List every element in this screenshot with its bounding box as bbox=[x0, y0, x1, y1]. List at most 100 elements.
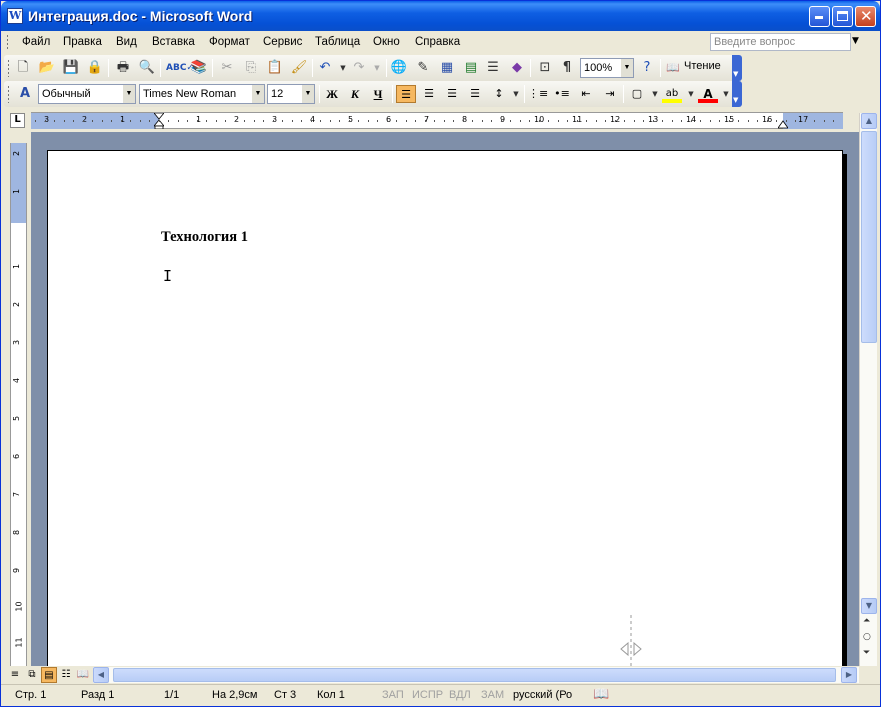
scroll-left-icon[interactable]: ◀ bbox=[93, 667, 109, 683]
bullets-icon[interactable]: •≡ bbox=[552, 85, 572, 103]
select-browse-object-icon[interactable]: ○ bbox=[863, 632, 871, 642]
normal-view-icon[interactable]: ≡ bbox=[7, 667, 23, 683]
increase-indent-icon[interactable]: ⇥ bbox=[600, 85, 620, 103]
reading-layout-view-icon[interactable]: 📖 bbox=[75, 667, 91, 683]
menu-format[interactable]: Формат bbox=[209, 36, 250, 48]
vertical-scrollbar[interactable]: ▲ ▼ ⏶ ○ ⏷ bbox=[859, 113, 877, 666]
style-combo[interactable]: Обычный ▼ bbox=[38, 84, 136, 104]
minimize-button[interactable] bbox=[809, 6, 830, 27]
font-dropdown-icon[interactable]: ▼ bbox=[252, 85, 264, 103]
hyperlink-icon[interactable]: 🌐 bbox=[390, 59, 408, 77]
status-overtype[interactable]: ЗАМ bbox=[481, 689, 504, 701]
font-size-dropdown-icon[interactable]: ▼ bbox=[302, 85, 314, 103]
horizontal-ruler[interactable]: 3 2 1 1 2 3 4 5 6 7 8 9 10 11 12 13 14 1… bbox=[31, 112, 843, 129]
menu-view[interactable]: Вид bbox=[116, 36, 137, 48]
spelling-icon[interactable]: ABC✓ bbox=[166, 59, 194, 77]
redo-dropdown-icon[interactable]: ▼ bbox=[368, 59, 386, 77]
zoom-dropdown-icon[interactable]: ▼ bbox=[621, 59, 633, 77]
status-page[interactable]: Стр. 1 bbox=[15, 689, 46, 701]
line-spacing-icon[interactable]: ↕ bbox=[489, 85, 509, 103]
show-formatting-icon[interactable]: ¶ bbox=[558, 59, 576, 77]
insert-table-icon[interactable]: ▦ bbox=[438, 59, 456, 77]
copy-icon[interactable]: ⎘ bbox=[242, 59, 260, 77]
style-dropdown-icon[interactable]: ▼ bbox=[123, 85, 135, 103]
title-bar[interactable]: W Интеграция.doc - Microsoft Word ✕ bbox=[1, 1, 880, 31]
status-column[interactable]: Кол 1 bbox=[317, 689, 345, 701]
ask-question-dropdown-icon[interactable]: ▼ bbox=[852, 36, 859, 46]
spelling-status-icon[interactable]: 📖 bbox=[593, 686, 609, 702]
save-icon[interactable]: 💾 bbox=[62, 59, 80, 77]
close-button[interactable]: ✕ bbox=[855, 6, 876, 27]
ask-question-field[interactable]: Введите вопрос bbox=[710, 33, 851, 51]
insert-excel-icon[interactable]: ▤ bbox=[462, 59, 480, 77]
previous-page-icon[interactable]: ⏶ bbox=[863, 616, 870, 626]
new-document-icon[interactable]: 🗋 bbox=[14, 59, 32, 77]
underline-button[interactable]: Ч bbox=[368, 85, 388, 103]
menu-edit[interactable]: Правка bbox=[63, 36, 102, 48]
print-layout-view-icon[interactable]: ▤ bbox=[41, 667, 57, 683]
toolbar-options-chevron-icon[interactable]: ▼ bbox=[732, 55, 742, 81]
status-position[interactable]: На 2,9см bbox=[212, 689, 257, 701]
align-left-icon[interactable]: ☰ bbox=[396, 85, 416, 103]
columns-icon[interactable]: ☰ bbox=[484, 59, 502, 77]
redo-icon[interactable]: ↷ bbox=[350, 59, 368, 77]
permission-icon[interactable]: 🔒 bbox=[86, 59, 104, 77]
maximize-button[interactable] bbox=[832, 6, 853, 27]
status-extend[interactable]: ВДЛ bbox=[449, 689, 471, 701]
bold-button[interactable]: Ж bbox=[322, 85, 342, 103]
outline-view-icon[interactable]: ☷ bbox=[58, 667, 74, 683]
web-layout-view-icon[interactable]: ⧉ bbox=[24, 667, 40, 683]
zoom-combo[interactable]: 100% ▼ bbox=[580, 58, 634, 78]
styles-pane-icon[interactable]: A bbox=[16, 85, 34, 103]
word-app-icon[interactable]: W bbox=[7, 8, 23, 24]
format-painter-icon[interactable]: 🖌 bbox=[290, 59, 308, 77]
next-page-icon[interactable]: ⏷ bbox=[863, 648, 870, 658]
decrease-indent-icon[interactable]: ⇤ bbox=[576, 85, 596, 103]
toolbar-grip[interactable] bbox=[7, 85, 10, 103]
menu-help[interactable]: Справка bbox=[415, 36, 460, 48]
tables-borders-icon[interactable]: ✎ bbox=[414, 59, 432, 77]
status-track-changes[interactable]: ИСПР bbox=[412, 689, 443, 701]
font-size-combo[interactable]: 12 ▼ bbox=[267, 84, 315, 104]
menu-file[interactable]: Файл bbox=[22, 36, 50, 48]
align-center-icon[interactable]: ☰ bbox=[419, 85, 439, 103]
status-section[interactable]: Разд 1 bbox=[81, 689, 114, 701]
menu-table[interactable]: Таблица bbox=[315, 36, 360, 48]
menu-window[interactable]: Окно bbox=[373, 36, 400, 48]
scroll-down-icon[interactable]: ▼ bbox=[861, 598, 877, 614]
numbering-icon[interactable]: ⋮≡ bbox=[528, 85, 548, 103]
tab-selector[interactable]: L bbox=[10, 113, 25, 128]
help-icon[interactable]: ? bbox=[638, 59, 656, 77]
right-indent-icon[interactable] bbox=[778, 119, 788, 129]
toolbar-options-chevron-icon[interactable]: ▼ bbox=[732, 81, 742, 107]
font-combo[interactable]: Times New Roman ▼ bbox=[139, 84, 265, 104]
print-preview-icon[interactable]: 🔍 bbox=[138, 59, 156, 77]
borders-icon[interactable]: ▢ bbox=[627, 85, 647, 103]
document-area[interactable]: Технология 1 I bbox=[31, 132, 859, 674]
highlight-icon[interactable]: ab bbox=[662, 85, 682, 103]
horizontal-scrollbar[interactable]: ◀ ▶ bbox=[93, 667, 859, 683]
scroll-up-icon[interactable]: ▲ bbox=[861, 113, 877, 129]
document-page[interactable]: Технология 1 I bbox=[47, 150, 843, 671]
vertical-scroll-thumb[interactable] bbox=[861, 131, 877, 343]
research-icon[interactable]: 📚 bbox=[190, 59, 208, 77]
menu-tools[interactable]: Сервис bbox=[263, 36, 302, 48]
status-line[interactable]: Ст 3 bbox=[274, 689, 296, 701]
horizontal-scroll-thumb[interactable] bbox=[113, 668, 836, 682]
font-color-icon[interactable]: A bbox=[698, 85, 718, 103]
status-language[interactable]: русский (Ро bbox=[513, 689, 572, 701]
justify-icon[interactable]: ☰ bbox=[465, 85, 485, 103]
align-right-icon[interactable]: ☰ bbox=[442, 85, 462, 103]
open-folder-icon[interactable]: 📂 bbox=[38, 59, 56, 77]
document-heading[interactable]: Технология 1 bbox=[161, 229, 248, 246]
status-pages[interactable]: 1/1 bbox=[164, 689, 179, 701]
undo-icon[interactable]: ↶ bbox=[316, 59, 334, 77]
line-spacing-dropdown-icon[interactable]: ▼ bbox=[507, 85, 525, 103]
scroll-right-icon[interactable]: ▶ bbox=[841, 667, 857, 683]
vertical-ruler[interactable]: 2 1 1 2 3 4 5 6 7 8 9 10 11 bbox=[10, 143, 27, 666]
menu-grip[interactable] bbox=[6, 34, 9, 50]
print-icon[interactable]: 🖶 bbox=[114, 59, 132, 77]
italic-button[interactable]: К bbox=[345, 85, 365, 103]
cut-icon[interactable]: ✂ bbox=[218, 59, 236, 77]
paste-icon[interactable]: 📋 bbox=[266, 59, 284, 77]
